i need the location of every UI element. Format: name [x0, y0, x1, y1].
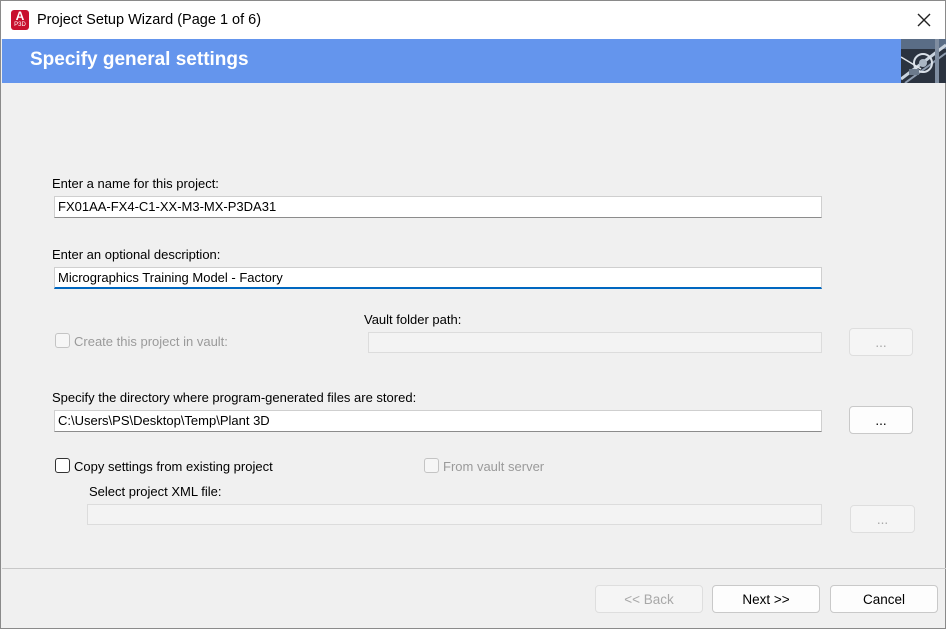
close-button[interactable] [903, 1, 945, 39]
directory-label: Specify the directory where program-gene… [52, 390, 417, 405]
header-band: Specify general settings [2, 39, 946, 83]
vault-browse-button[interactable]: ... [849, 328, 913, 356]
directory-browse-button[interactable]: ... [849, 406, 913, 434]
xml-file-input[interactable] [87, 504, 822, 525]
from-vault-checkbox[interactable] [424, 458, 439, 473]
window-title: Project Setup Wizard (Page 1 of 6) [37, 12, 262, 28]
description-input[interactable]: Micrographics Training Model - Factory [54, 267, 822, 289]
cancel-button[interactable]: Cancel [830, 585, 938, 613]
vault-folder-input[interactable] [368, 332, 822, 353]
back-button[interactable]: << Back [595, 585, 703, 613]
create-in-vault-label: Create this project in vault: [74, 334, 228, 349]
description-label: Enter an optional description: [52, 247, 221, 262]
app-icon-sub: P3D [14, 22, 26, 28]
title-bar: A P3D Project Setup Wizard (Page 1 of 6) [1, 1, 945, 39]
wizard-window: A P3D Project Setup Wizard (Page 1 of 6)… [0, 0, 946, 629]
xml-file-label: Select project XML file: [89, 484, 222, 499]
close-icon [917, 13, 931, 27]
app-icon: A P3D [11, 10, 29, 30]
page-heading: Specify general settings [30, 49, 249, 70]
directory-input[interactable]: C:\Users\PS\Desktop\Temp\Plant 3D [54, 410, 822, 432]
plant-image-icon [901, 39, 946, 83]
from-vault-label: From vault server [443, 459, 545, 474]
xml-browse-button[interactable]: ... [850, 505, 915, 533]
next-button[interactable]: Next >> [712, 585, 820, 613]
project-name-label: Enter a name for this project: [52, 176, 219, 191]
copy-settings-checkbox[interactable] [55, 458, 70, 473]
copy-settings-label: Copy settings from existing project [74, 459, 273, 474]
footer-separator [2, 568, 946, 569]
project-name-input[interactable]: FX01AA-FX4-C1-XX-M3-MX-P3DA31 [54, 196, 822, 218]
create-in-vault-checkbox[interactable] [55, 333, 70, 348]
vault-folder-label: Vault folder path: [364, 312, 462, 327]
